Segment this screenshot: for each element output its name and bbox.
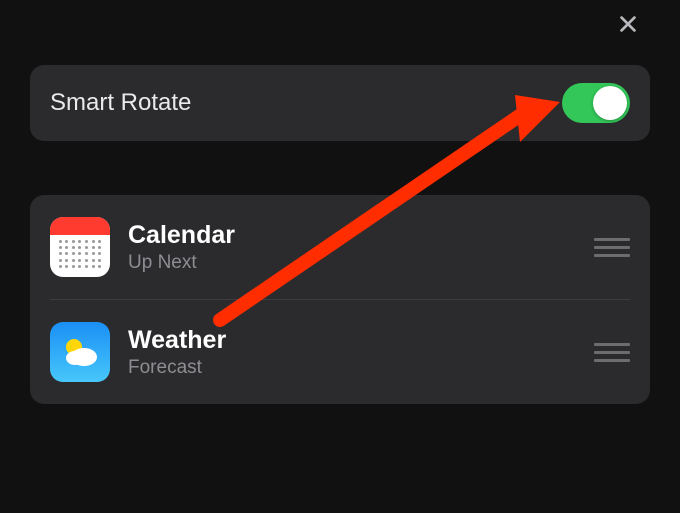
- smart-rotate-toggle[interactable]: [562, 83, 630, 123]
- weather-icon: [50, 322, 110, 382]
- widget-row-calendar[interactable]: Calendar Up Next: [30, 195, 650, 299]
- widget-subtitle: Forecast: [128, 357, 576, 379]
- smart-rotate-label: Smart Rotate: [50, 89, 191, 117]
- widget-row-weather[interactable]: Weather Forecast: [30, 300, 650, 404]
- close-button[interactable]: [606, 4, 650, 48]
- smart-rotate-row: Smart Rotate: [30, 65, 650, 141]
- close-icon: [617, 13, 639, 40]
- toggle-knob: [593, 86, 627, 120]
- widget-subtitle: Up Next: [128, 252, 576, 274]
- widget-text: Calendar Up Next: [128, 221, 576, 274]
- drag-handle-icon[interactable]: [594, 238, 630, 257]
- widget-list: Calendar Up Next Weather Forecast: [30, 195, 650, 404]
- widget-text: Weather Forecast: [128, 326, 576, 379]
- widget-title: Calendar: [128, 221, 576, 250]
- widget-title: Weather: [128, 326, 576, 355]
- drag-handle-icon[interactable]: [594, 343, 630, 362]
- calendar-icon: [50, 217, 110, 277]
